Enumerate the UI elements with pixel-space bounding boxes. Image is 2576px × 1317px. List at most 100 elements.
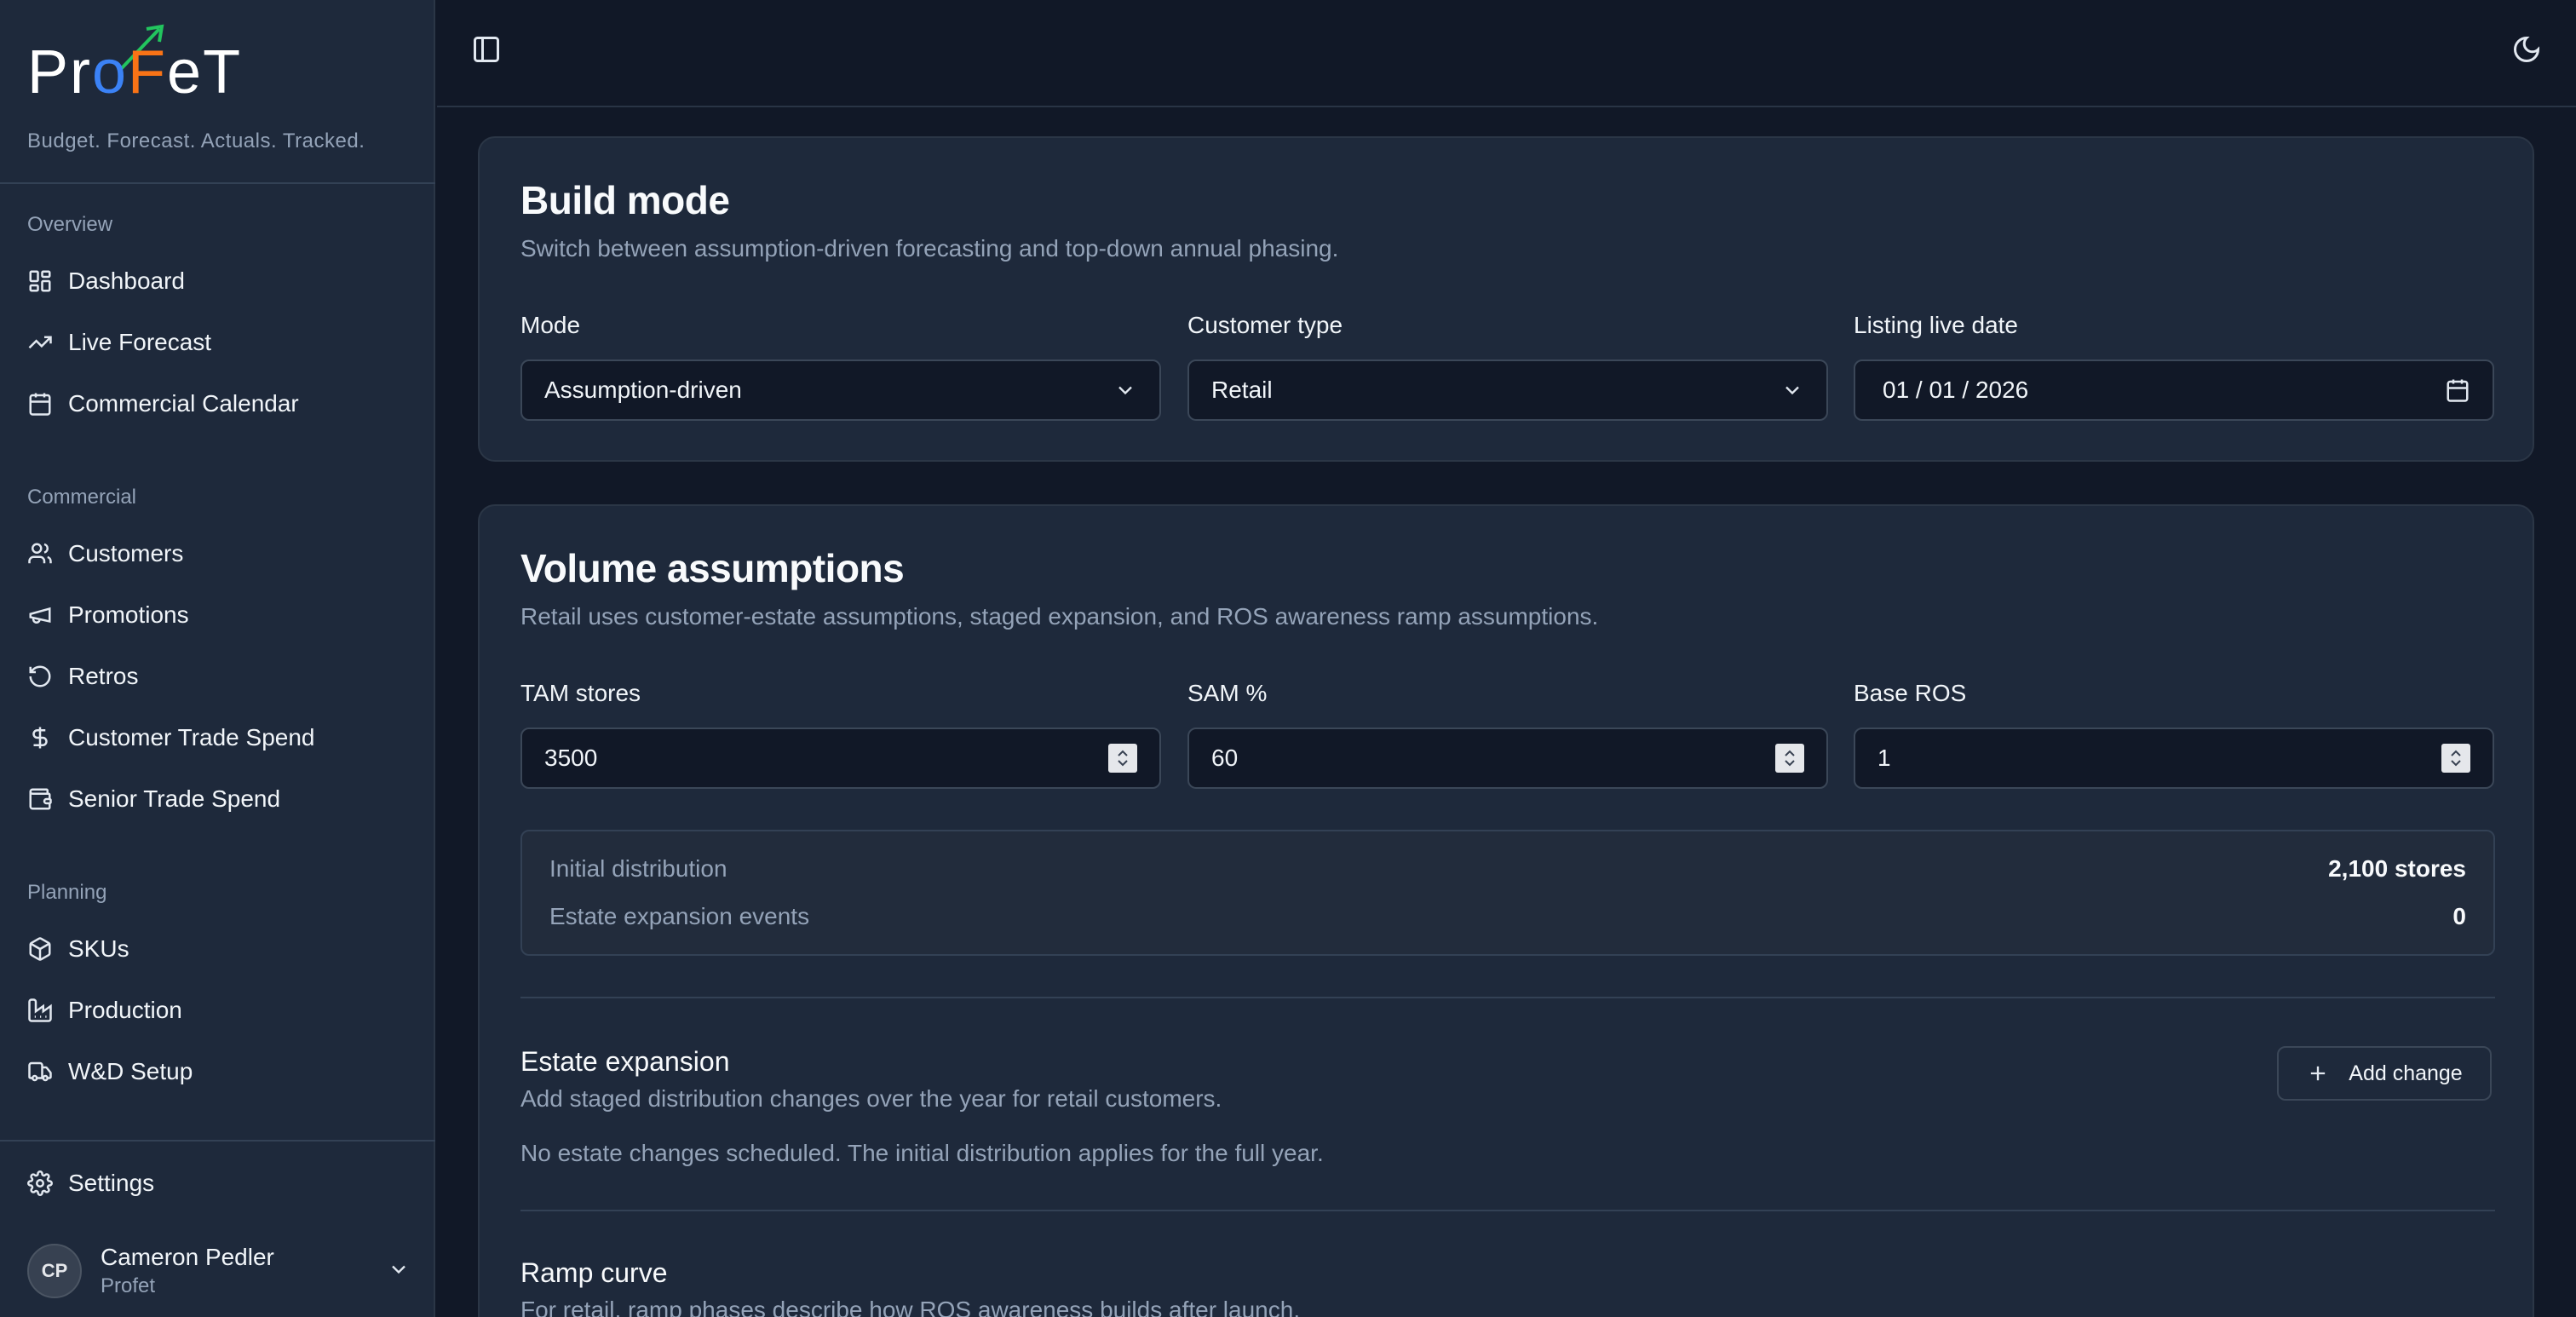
estate-empty-message: No estate changes scheduled. The initial… [520,1140,1324,1166]
plus-icon [2311,1066,2326,1081]
chevron-down-icon [1118,386,1132,395]
sidebar-item-live-forecast[interactable]: Live Forecast [27,322,411,363]
sidebar-item-label: Retros [68,663,139,689]
wallet-icon [29,788,52,810]
stepper-icon [2451,750,2461,767]
initial-distribution-label: Initial distribution [549,855,727,882]
dashboard-icon [29,270,51,292]
tam-stores-input[interactable]: 3500 [520,728,1161,789]
user-org: Profet [101,1274,156,1297]
sidebar-item-settings[interactable]: Settings [27,1163,411,1204]
sidebar-item-label: Promotions [68,601,189,628]
sidebar-item-retros[interactable]: Retros [27,656,411,697]
sidebar-item-skus[interactable]: SKUs [27,929,411,969]
mode-label: Mode [520,312,581,338]
package-icon [29,937,51,961]
section-label-planning: Planning [27,881,107,904]
initial-distribution-value: 2,100 stores [2328,855,2466,882]
ramp-curve-title: Ramp curve [520,1257,668,1288]
sam-percent-value: 60 [1211,745,1239,771]
user-name: Cameron Pedler [101,1244,274,1270]
section-divider [520,997,2495,998]
ramp-curve-description: For retail, ramp phases describe how ROS… [520,1297,1301,1317]
sidebar: Pr o FeT Budget. Forecast. Actuals. Tracke… [0,0,435,1317]
number-stepper[interactable] [2441,744,2470,773]
listing-date-input[interactable]: 01 / 01 / 2026 [1854,359,2494,421]
build-mode-card: Build mode Switch between assumption-dri… [478,136,2534,462]
add-change-button[interactable]: Add change [2277,1046,2492,1101]
top-bar [437,0,2576,107]
listing-date-label: Listing live date [1854,312,2019,338]
stepper-icon [1785,750,1795,767]
avatar: CP [27,1244,82,1298]
sidebar-item-senior-trade-spend[interactable]: Senior Trade Spend [27,779,411,820]
section-divider [520,1210,2495,1211]
base-ros-value: 1 [1877,745,1891,771]
chevron-down-icon [1785,386,1799,395]
gear-icon [27,1170,53,1196]
truck-icon [28,1061,52,1082]
sidebar-item-label: Dashboard [68,267,185,294]
moon-icon[interactable] [2511,34,2542,65]
number-stepper[interactable] [1775,744,1804,773]
dollar-icon [32,727,48,749]
volume-assumptions-card: Volume assumptions Retail uses customer-… [478,504,2534,1317]
sidebar-item-label: Production [68,997,182,1023]
section-label-commercial: Commercial [27,486,137,509]
sidebar-item-promotions[interactable]: Promotions [27,595,411,635]
base-ros-input[interactable]: 1 [1854,728,2494,789]
sidebar-item-label: Commercial Calendar [68,390,299,417]
sidebar-item-label: Senior Trade Spend [68,785,281,812]
rotate-icon [29,665,51,687]
factory-icon [28,998,52,1022]
base-ros-label: Base ROS [1854,680,1967,706]
sidebar-item-label: Customers [68,540,184,566]
sidebar-divider [0,182,435,184]
sidebar-item-label: Settings [68,1170,155,1196]
sidebar-toggle-icon[interactable] [471,34,502,65]
listing-date-value: 01 / 01 / 2026 [1883,377,2029,403]
app-logo[interactable]: Pr o FeT [27,22,242,107]
distribution-summary: Initial distribution 2,100 stores Estate… [520,830,2495,956]
calendar-icon [29,393,51,416]
section-label-overview: Overview [27,213,113,236]
tam-stores-label: TAM stores [520,680,641,706]
logo-text: Pr o FeT [27,38,243,106]
calendar-icon[interactable] [2445,377,2470,403]
add-change-label: Add change [2349,1061,2463,1085]
app-tagline: Budget. Forecast. Actuals. Tracked. [27,129,365,152]
sam-percent-input[interactable]: 60 [1187,728,1828,789]
sidebar-item-commercial-calendar[interactable]: Commercial Calendar [27,383,411,424]
sam-percent-label: SAM % [1187,680,1268,706]
trending-up-icon [28,336,52,349]
sidebar-item-customer-trade-spend[interactable]: Customer Trade Spend [27,717,411,758]
megaphone-icon [29,607,51,624]
card-description: Switch between assumption-driven forecas… [520,235,1339,262]
sidebar-item-label: W&D Setup [68,1058,193,1084]
users-icon [28,543,52,564]
sidebar-item-production[interactable]: Production [27,990,411,1031]
card-title: Build mode [520,178,730,222]
card-title: Volume assumptions [520,546,905,590]
sidebar-divider [0,1140,435,1142]
sidebar-item-customers[interactable]: Customers [27,533,411,574]
chevron-down-icon [392,1265,405,1274]
tam-stores-value: 3500 [544,745,598,771]
user-menu[interactable]: CP Cameron Pedler Profet [27,1240,411,1302]
customer-type-value: Retail [1211,377,1273,403]
sidebar-item-label: SKUs [68,935,129,962]
card-description: Retail uses customer-estate assumptions,… [520,603,1599,630]
sidebar-item-wd-setup[interactable]: W&D Setup [27,1051,411,1092]
expansion-events-label: Estate expansion events [549,903,810,929]
stepper-icon [1118,750,1128,767]
sidebar-item-label: Customer Trade Spend [68,724,315,751]
mode-select[interactable]: Assumption-driven [520,359,1161,421]
sidebar-item-dashboard[interactable]: Dashboard [27,261,411,302]
customer-type-select[interactable]: Retail [1187,359,1828,421]
estate-expansion-title: Estate expansion [520,1046,730,1077]
estate-expansion-description: Add staged distribution changes over the… [520,1085,1222,1112]
customer-type-label: Customer type [1187,312,1343,338]
number-stepper[interactable] [1108,744,1137,773]
expansion-events-value: 0 [2452,903,2466,929]
sidebar-item-label: Live Forecast [68,329,212,355]
